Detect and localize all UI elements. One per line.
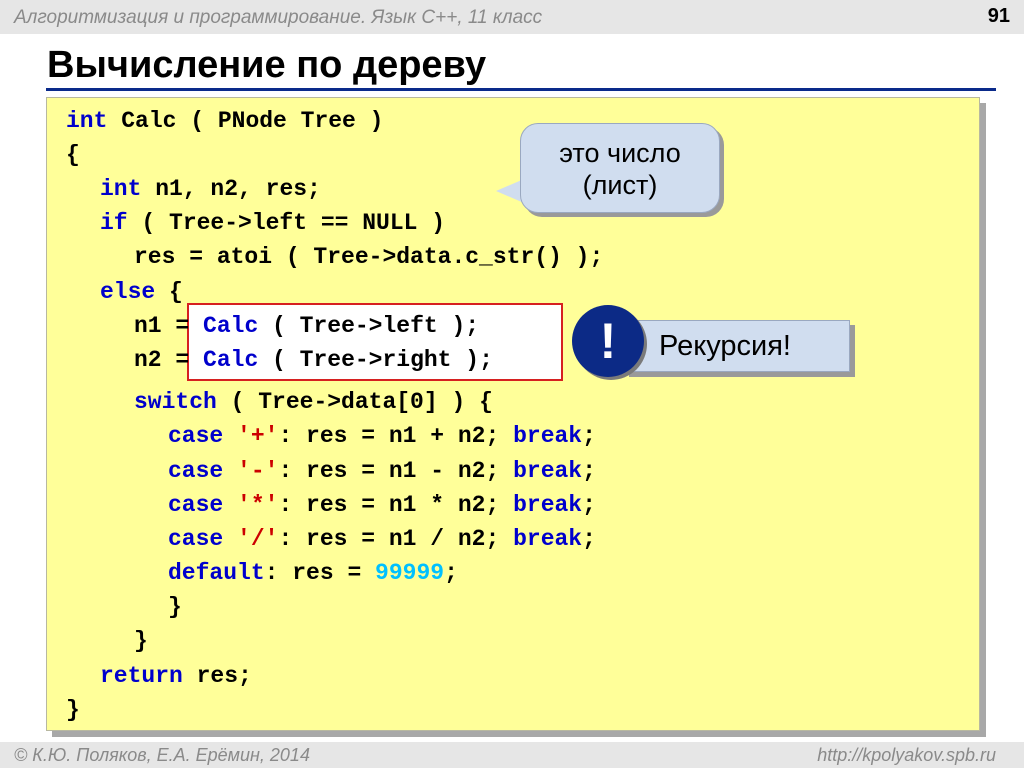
code-line-6: else { — [100, 279, 183, 305]
footer-url[interactable]: http://kpolyakov.spb.ru — [817, 745, 996, 766]
slide-title: Вычисление по дереву — [47, 44, 487, 86]
code-line-4: if ( Tree->left == NULL ) — [100, 210, 446, 236]
exclamation-icon: ! — [572, 305, 644, 377]
leaf-callout: это число (лист) — [520, 123, 720, 213]
code-line-17: return res; — [100, 663, 252, 689]
code-line-8: n2 = Calc ( Tree->right ); — [134, 347, 493, 373]
title-underline — [46, 88, 996, 91]
code-line-9: switch ( Tree->data[0] ) { — [134, 389, 493, 415]
code-line-5: res = atoi ( Tree->data.c_str() ); — [134, 244, 604, 270]
course-title: Алгоритмизация и программирование. Язык … — [14, 7, 543, 28]
page-number: 91 — [987, 5, 1010, 27]
code-line-12: case '*': res = n1 * n2; break; — [168, 492, 596, 518]
code-line-13: case '/': res = n1 / n2; break; — [168, 526, 596, 552]
code-line-11: case '-': res = n1 - n2; break; — [168, 458, 596, 484]
code-line-2: { — [66, 142, 80, 168]
code-line-15: } — [168, 594, 182, 620]
code-line-18: } — [66, 697, 80, 723]
code-listing: int Calc ( PNode Tree ) { int n1, n2, re… — [0, 0, 603, 723]
code-line-3: int n1, n2, res; — [100, 176, 321, 202]
code-line-14: default: res = 99999; — [168, 560, 458, 586]
code-line-16: } — [134, 628, 148, 654]
footer-copyright: © К.Ю. Поляков, Е.А. Ерёмин, 2014 — [14, 745, 310, 765]
code-line-1: int Calc ( PNode Tree ) — [66, 108, 384, 134]
code-line-7: n1 = Calc ( Tree->left ); — [134, 313, 480, 339]
leaf-callout-line-1: это число — [559, 138, 681, 168]
recursion-callout: Рекурсия! — [624, 320, 850, 372]
code-line-10: case '+': res = n1 + n2; break; — [168, 423, 596, 449]
leaf-callout-line-2: (лист) — [582, 170, 658, 200]
recursion-callout-text: Рекурсия! — [659, 330, 791, 362]
